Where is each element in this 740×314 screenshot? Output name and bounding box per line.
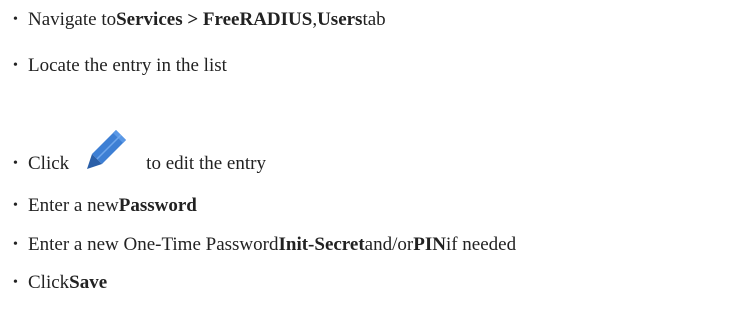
field-name: Password xyxy=(118,195,197,216)
tab-name: Users xyxy=(317,9,363,30)
bullet: • xyxy=(13,12,18,27)
bullet: • xyxy=(13,58,18,73)
pencil-icon xyxy=(77,130,139,176)
step-text: and/or xyxy=(364,234,414,255)
pencil-icon-graphic xyxy=(87,130,127,169)
bullet: • xyxy=(13,198,18,213)
list-item: • Enter a new Password xyxy=(13,194,197,218)
list-item: • Locate the entry in the list xyxy=(13,54,227,78)
button-name: Save xyxy=(69,272,108,293)
step-text: Click xyxy=(28,272,70,293)
step-text: if needed xyxy=(445,234,517,255)
bullet: • xyxy=(13,156,18,171)
menu-path: Services > FreeRADIUS xyxy=(116,9,313,30)
list-item: • Click Save xyxy=(13,271,107,295)
step-text: to edit the entry xyxy=(146,153,266,174)
step-text: Locate the entry in the list xyxy=(28,55,227,76)
list-item: • Click to edit the entry xyxy=(13,130,266,176)
list-item: • Enter a new One-Time Password Init-Sec… xyxy=(13,233,516,257)
step-text: Enter a new xyxy=(28,195,119,216)
field-name: PIN xyxy=(413,234,446,255)
step-text: Navigate to xyxy=(28,9,117,30)
step-text: Enter a new One-Time Password xyxy=(28,234,279,255)
field-name: Init-Secret xyxy=(278,234,365,255)
step-text: Click xyxy=(28,153,70,174)
step-text: tab xyxy=(362,9,386,30)
list-item: • Navigate to Services > FreeRADIUS, Use… xyxy=(13,8,386,32)
bullet: • xyxy=(13,275,18,290)
bullet: • xyxy=(13,237,18,252)
